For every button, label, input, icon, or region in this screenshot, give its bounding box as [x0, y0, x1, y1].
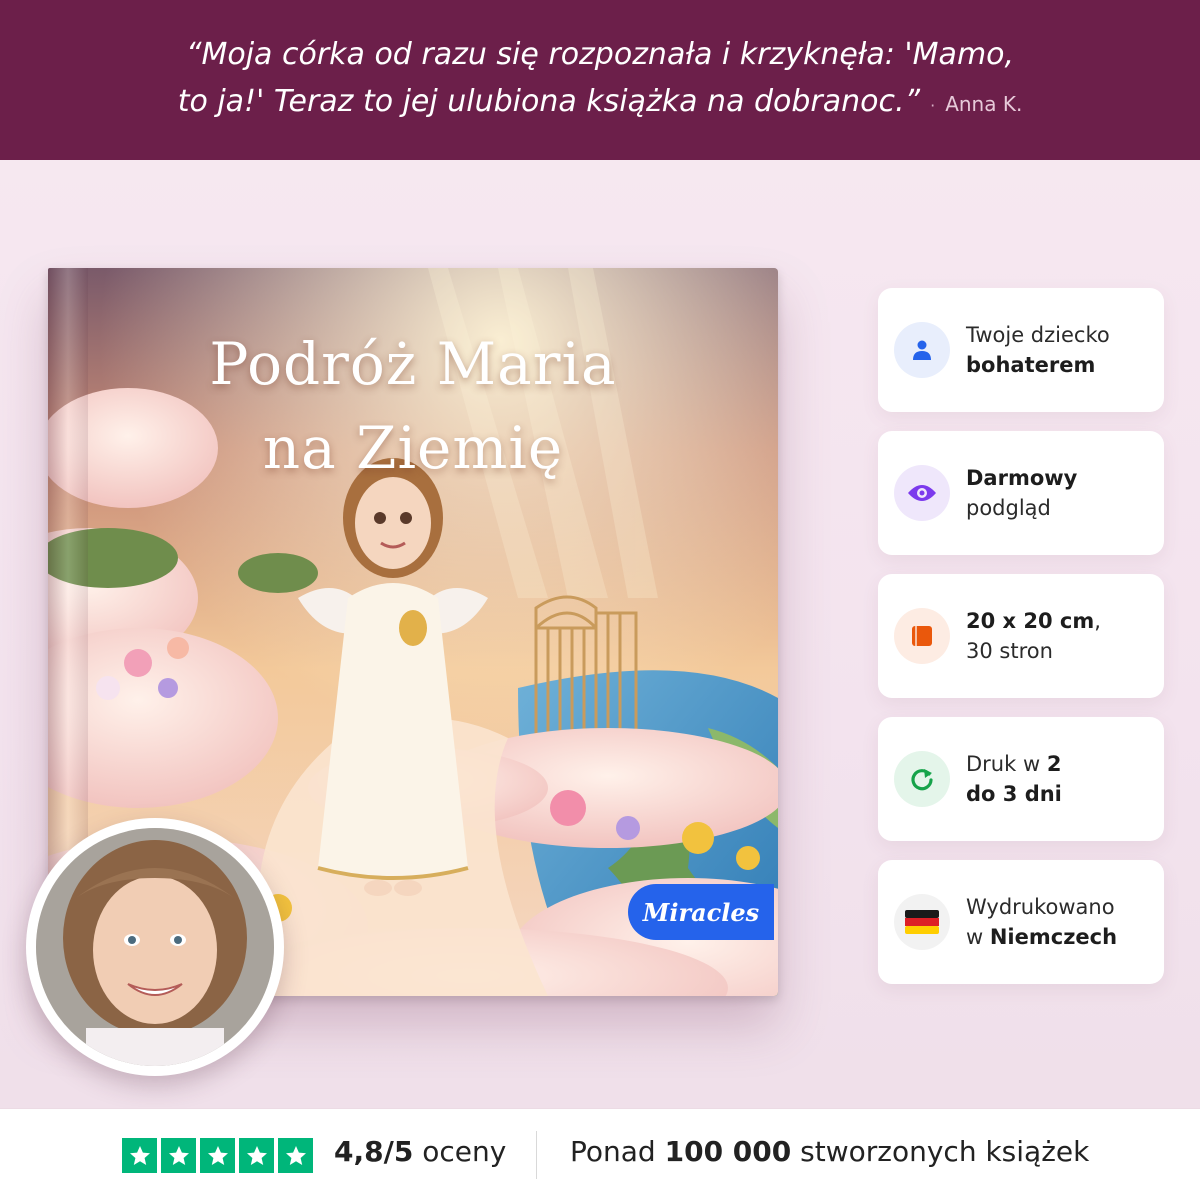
footer-divider: [536, 1131, 537, 1179]
feature-print-line-1: Druk w: [966, 752, 1047, 776]
feature-card-print-time: Druk w 2 do 3 dni: [878, 717, 1164, 841]
feature-preview-line-2: podgląd: [966, 496, 1051, 520]
feature-germany-line-1: Wydrukowano: [966, 895, 1115, 919]
quote-separator: ·: [930, 96, 936, 115]
book-icon: [894, 608, 950, 664]
person-icon: [894, 322, 950, 378]
feature-size-comma: ,: [1094, 609, 1101, 633]
feature-print-days: 2: [1046, 752, 1062, 776]
feature-size-line-2: 30 stron: [966, 639, 1053, 663]
feature-card-size: 20 x 20 cm, 30 stron: [878, 574, 1164, 698]
germany-flag-icon: [894, 894, 950, 950]
count-prefix: Ponad: [570, 1135, 665, 1168]
quote-author: Anna K.: [945, 92, 1023, 116]
testimonial-banner: “Moja córka od razu się rozpoznała i krz…: [0, 0, 1200, 160]
feature-size-line-1: 20 x 20 cm: [966, 609, 1095, 633]
eye-icon: [894, 465, 950, 521]
rating-text: 4,8/5 oceny: [334, 1135, 506, 1168]
refresh-icon: [894, 751, 950, 807]
star-icon: [200, 1138, 235, 1173]
quote-line-1: “Moja córka od razu się rozpoznała i krz…: [185, 37, 1015, 72]
trust-bar: 4,8/5 oceny Ponad 100 000 stworzonych ks…: [0, 1108, 1200, 1200]
count-suffix: stworzonych książek: [791, 1135, 1090, 1168]
rating-label: oceny: [413, 1135, 507, 1168]
feature-card-hero: Twoje dziecko bohaterem: [878, 288, 1164, 412]
star-icon: [161, 1138, 196, 1173]
feature-germany-line-2: Niemczech: [989, 925, 1118, 949]
star-icon: [122, 1138, 157, 1173]
quote-line-2: to ja!' Teraz to jej ulubiona książka na…: [177, 84, 921, 119]
feature-preview-line-1: Darmowy: [966, 466, 1078, 490]
feature-hero-line-1: Twoje dziecko: [966, 323, 1110, 347]
star-icon: [278, 1138, 313, 1173]
book-title-line-1: Podróż Maria: [209, 330, 617, 398]
brand-badge: Miracles: [628, 884, 774, 940]
child-photo-image: [36, 828, 274, 1066]
testimonial-quote: “Moja córka od razu się rozpoznała i krz…: [178, 31, 1023, 129]
rating-value: 4,8/5: [334, 1135, 414, 1168]
feature-card-preview: Darmowy podgląd: [878, 431, 1164, 555]
rating-stars: [122, 1138, 313, 1173]
child-photo: [26, 818, 284, 1076]
feature-print-line-2: do 3 dni: [966, 782, 1062, 806]
feature-hero-line-2: bohaterem: [966, 353, 1096, 377]
star-icon: [239, 1138, 274, 1173]
count-value: 100 000: [664, 1135, 792, 1168]
feature-card-germany: Wydrukowano w Niemczech: [878, 860, 1164, 984]
books-count: Ponad 100 000 stworzonych książek: [570, 1135, 1089, 1168]
book-title-line-2: na Ziemię: [262, 414, 564, 482]
feature-germany-prefix: w: [966, 925, 990, 949]
